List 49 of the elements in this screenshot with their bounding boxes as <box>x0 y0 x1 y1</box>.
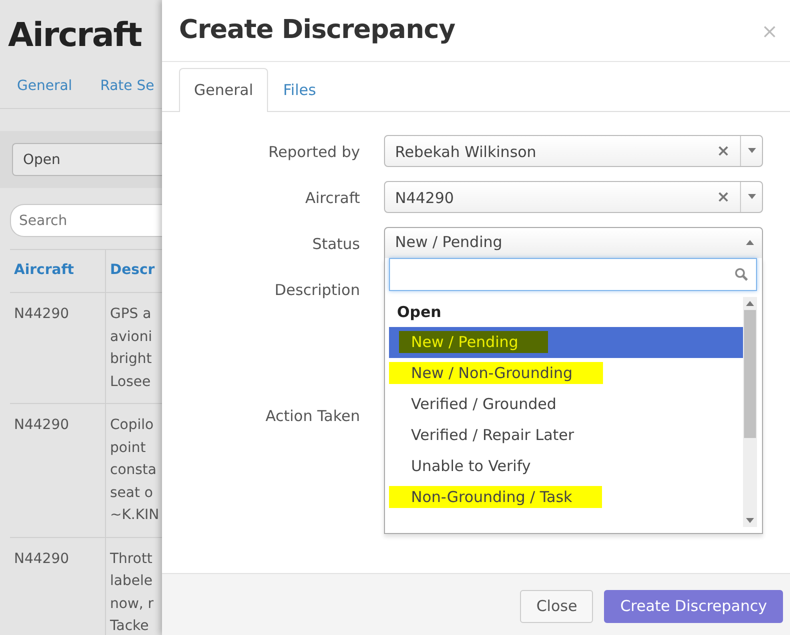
create-button[interactable]: Create Discrepancy <box>604 590 783 623</box>
clear-button[interactable]: × <box>706 136 740 166</box>
table-cell-text: ~K.KIN <box>110 506 160 525</box>
dropdown-option[interactable]: Verified / Grounded <box>389 388 743 420</box>
close-button[interactable]: Close <box>520 590 594 623</box>
table-cell-text: avioni <box>110 328 154 346</box>
caret-icon <box>748 194 756 199</box>
modal-title: Create Discrepancy <box>179 14 456 46</box>
table-cell-text: consta <box>110 461 158 480</box>
table-cell: N44290 <box>10 292 106 403</box>
clear-button[interactable]: × <box>706 182 740 212</box>
dropdown-option[interactable]: Verified / Repair Later <box>389 420 743 450</box>
table-cell-text: Tacke <box>110 617 150 635</box>
table-cell-text: GPS a <box>110 305 152 324</box>
dropdown-option[interactable]: New / Pending <box>389 326 743 358</box>
field-label: Description <box>274 280 360 300</box>
search-icon <box>735 268 748 280</box>
table-cell-text: labele <box>110 572 154 591</box>
table-cell-text: bright <box>110 350 153 369</box>
tab[interactable]: Files <box>268 68 332 112</box>
scroll-up-icon <box>746 300 754 306</box>
filter-select[interactable]: Open <box>12 143 162 176</box>
search-field[interactable]: Search <box>10 204 162 237</box>
scroll-down-icon <box>746 518 754 522</box>
table-cell-text: Losee <box>110 372 152 392</box>
field-label: Reported by <box>267 142 360 162</box>
select-field[interactable]: N44290 × <box>384 180 763 212</box>
select-field[interactable]: New / Pending <box>384 226 763 258</box>
table-cell: N44290 <box>10 536 106 635</box>
field-label: Action Taken <box>264 406 360 426</box>
select-field[interactable]: Rebekah Wilkinson × <box>384 134 763 166</box>
field-label: Aircraft <box>304 188 360 208</box>
field-label: Status <box>311 234 360 254</box>
option-group-label: Open <box>396 302 442 322</box>
tab[interactable]: General <box>179 68 268 112</box>
table-cell-text: point <box>110 438 147 458</box>
table-cell-text: Thrott <box>110 550 154 568</box>
search-field[interactable] <box>389 258 757 290</box>
table-cell-text: Copilo <box>110 416 155 435</box>
caret-icon <box>748 148 756 153</box>
dropdown-option[interactable]: Unable to Verify <box>389 450 743 482</box>
caret-icon <box>746 240 754 245</box>
scrollbar[interactable] <box>743 296 757 526</box>
page-title: Aircraft <box>7 14 143 56</box>
dropdown-option[interactable]: Non-Grounding / Task <box>389 482 743 512</box>
table-cell-text: seat o <box>110 484 154 502</box>
table-cell-text: now, r <box>110 594 155 614</box>
table-cell: N44290 <box>10 403 106 536</box>
dropdown-option[interactable]: New / Non-Grounding <box>389 358 743 388</box>
